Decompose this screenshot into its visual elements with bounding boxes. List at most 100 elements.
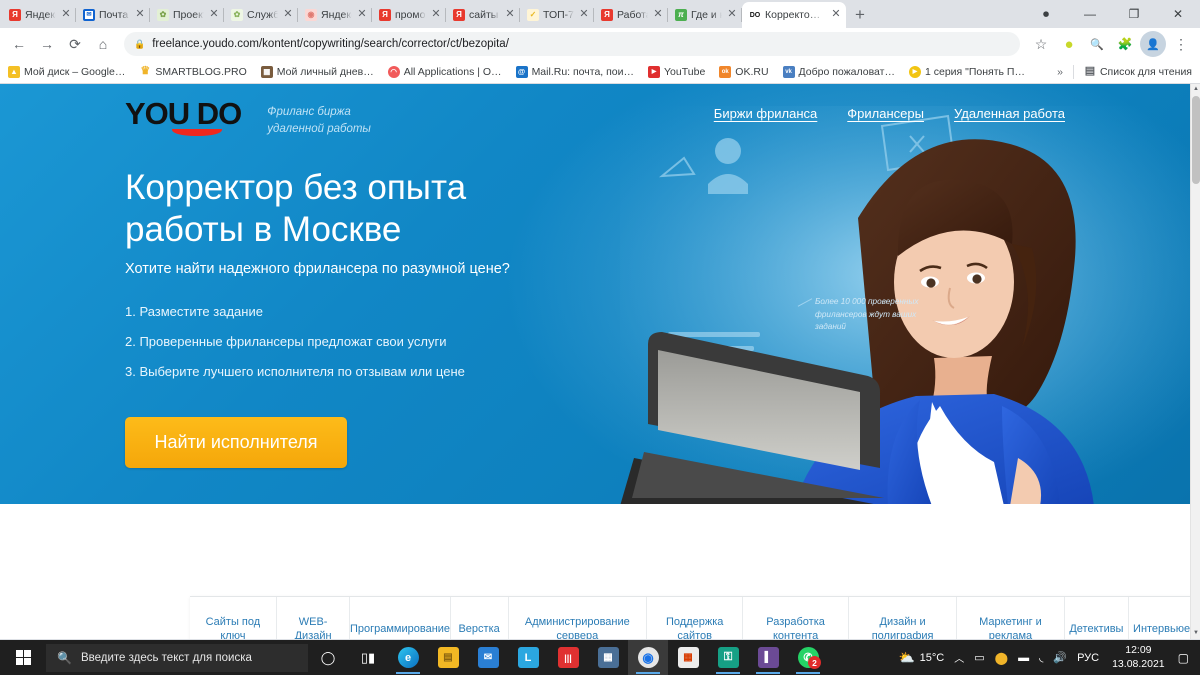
- bookmark-item[interactable]: ▲ Мой диск – Google…: [8, 65, 125, 78]
- maximize-button[interactable]: ❐: [1112, 0, 1156, 28]
- browser-tab[interactable]: Я Работа к… ✕: [594, 2, 668, 28]
- category-item-dizayn-i-poligrafiya[interactable]: Дизайн и полиграфия: [849, 597, 958, 639]
- taskbar-app-edge-icon[interactable]: e: [388, 640, 428, 675]
- bookmark-item[interactable]: ▶ YouTube: [648, 65, 705, 78]
- tab-close-icon[interactable]: ✕: [430, 9, 442, 21]
- browser-tab-active[interactable]: DO Корректо… ✕: [742, 2, 846, 28]
- page-subtitle: Хотите найти надежного фрилансера по раз…: [125, 261, 510, 278]
- bookmark-item[interactable]: ♛ SMARTBLOG.PRO: [139, 65, 247, 78]
- taskbar-app-microsoft-store-icon[interactable]: ▦: [668, 640, 708, 675]
- scrollbar-thumb[interactable]: [1192, 96, 1200, 184]
- bookmark-item[interactable]: ▦ Мой личный днев…: [260, 65, 374, 78]
- divider: [1072, 64, 1074, 79]
- category-item-sayty-pod-klyuch[interactable]: Сайты под ключ: [190, 597, 277, 639]
- bookmark-item[interactable]: ◠ All Applications | O…: [387, 65, 502, 78]
- scroll-down-arrow-icon[interactable]: ▼: [1191, 628, 1200, 639]
- forward-button[interactable]: →: [34, 31, 60, 57]
- taskbar-app-onenote-icon[interactable]: ▌: [748, 640, 788, 675]
- tray-expand-icon[interactable]: ︿: [949, 650, 969, 665]
- taskbar-app-chrome-icon[interactable]: ◉: [628, 640, 668, 675]
- profile-chip-icon[interactable]: ⏺: [1024, 0, 1068, 28]
- weather-cloud-icon: ⛅: [898, 649, 915, 665]
- taskbar-app-calculator-icon[interactable]: ▦: [588, 640, 628, 675]
- tab-title: Проекты: [173, 9, 204, 21]
- browser-tab[interactable]: Я сайты для… ✕: [446, 2, 520, 28]
- category-item-podderzhka-saytov[interactable]: Поддержка сайтов: [647, 597, 744, 639]
- mail-icon: ✉: [477, 647, 499, 668]
- address-bar[interactable]: 🔒 freelance.youdo.com/kontent/copywritin…: [124, 32, 1020, 56]
- bookmark-item[interactable]: ▶ 1 серия "Понять П…: [908, 65, 1025, 78]
- chrome-menu-icon[interactable]: ⋮: [1168, 31, 1194, 57]
- minimize-button[interactable]: —: [1068, 0, 1112, 28]
- wifi-icon[interactable]: ◟: [1034, 651, 1048, 664]
- taskbar-clock[interactable]: 12:09 13.08.2021: [1104, 644, 1173, 670]
- bookmark-item[interactable]: ok OK.RU: [719, 65, 769, 78]
- system-tray: ⛅ 15°C ︿ ▭ ⬤ ▬ ◟ 🔊 РУС 12:09 13.08.2021 …: [893, 644, 1200, 670]
- screen-record-icon[interactable]: ▭: [969, 651, 989, 664]
- browser-tab[interactable]: Я промо-м… ✕: [372, 2, 446, 28]
- download-icon[interactable]: ⬤: [990, 651, 1013, 665]
- taskbar-search-input[interactable]: 🔍 Введите здесь текст для поиска: [46, 643, 308, 672]
- new-tab-button[interactable]: +: [846, 2, 874, 28]
- browser-tab[interactable]: π Где и как… ✕: [668, 2, 742, 28]
- cortana-icon[interactable]: ◯: [308, 640, 348, 675]
- youdo-logo[interactable]: YOU DO: [125, 98, 242, 136]
- back-button[interactable]: ←: [6, 31, 32, 57]
- notification-icon[interactable]: ▢: [1173, 651, 1194, 665]
- close-window-button[interactable]: ✕: [1156, 0, 1200, 28]
- page-scrollbar[interactable]: ▲ ▼: [1190, 84, 1200, 639]
- category-item-web-design[interactable]: WEB-Дизайн: [277, 597, 351, 639]
- find-performer-button[interactable]: Найти исполнителя: [125, 417, 347, 469]
- task-view-icon[interactable]: ▯▮: [348, 640, 388, 675]
- tab-close-icon[interactable]: ✕: [830, 9, 842, 21]
- taskbar-app-whatsapp-icon[interactable]: ✆ 2: [788, 640, 828, 675]
- extensions-puzzle-icon[interactable]: 🧩: [1112, 31, 1138, 57]
- category-item-programmirovanie[interactable]: Программирование: [350, 597, 451, 639]
- scroll-up-arrow-icon[interactable]: ▲: [1191, 84, 1200, 95]
- bookmark-star-icon[interactable]: ☆: [1028, 31, 1054, 57]
- reading-list-button[interactable]: ▤ Список для чтения: [1083, 65, 1192, 78]
- bookmark-item[interactable]: @ Mail.Ru: почта, пои…: [515, 65, 634, 78]
- category-item-detektivy[interactable]: Детективы: [1065, 597, 1130, 639]
- browser-tab[interactable]: ✉ Почта М… ✕: [76, 2, 150, 28]
- windows-start-icon[interactable]: [0, 640, 46, 675]
- category-item-administrirovanie-servera[interactable]: Администрирование сервера: [509, 597, 648, 639]
- category-item-verstka[interactable]: Верстка: [451, 597, 509, 639]
- weather-widget[interactable]: ⛅ 15°C: [893, 650, 949, 666]
- category-item-razrabotka-kontenta[interactable]: Разработка контента: [743, 597, 849, 639]
- tab-close-icon[interactable]: ✕: [652, 9, 664, 21]
- bookmark-item[interactable]: vk Добро пожаловат…: [782, 65, 895, 78]
- tab-close-icon[interactable]: ✕: [208, 9, 220, 21]
- volume-icon[interactable]: 🔊: [1048, 651, 1072, 664]
- taskbar-app-lightshot-icon[interactable]: L: [508, 640, 548, 675]
- browser-tab[interactable]: ◉ Яндекс.Т… ✕: [298, 2, 372, 28]
- bookmarks-overflow-button[interactable]: »: [1057, 66, 1063, 78]
- browser-tab[interactable]: ✓ ТОП-7 се… ✕: [520, 2, 594, 28]
- category-item-marketing-i-reklama[interactable]: Маркетинг и реклама: [957, 597, 1065, 639]
- taskbar-app-file-explorer-icon[interactable]: ▤: [428, 640, 468, 675]
- chrome-icon: ◉: [637, 647, 659, 668]
- tab-close-icon[interactable]: ✕: [282, 9, 294, 21]
- nav-item-frilansery[interactable]: Фрилансеры: [847, 106, 924, 121]
- tab-close-icon[interactable]: ✕: [578, 9, 590, 21]
- taskbar-app-mail-icon[interactable]: ✉: [468, 640, 508, 675]
- home-button[interactable]: ⌂: [90, 31, 116, 57]
- tab-close-icon[interactable]: ✕: [726, 9, 738, 21]
- taskbar-app-red-app-icon[interactable]: |||: [548, 640, 588, 675]
- tab-close-icon[interactable]: ✕: [60, 9, 72, 21]
- nav-item-birzhi-frilansa[interactable]: Биржи фриланса: [714, 106, 818, 121]
- profile-avatar-icon[interactable]: 👤: [1140, 31, 1166, 57]
- tab-close-icon[interactable]: ✕: [134, 9, 146, 21]
- battery-icon[interactable]: ▬: [1013, 652, 1034, 664]
- taskbar-app-keepass-icon[interactable]: ⚿: [708, 640, 748, 675]
- reload-button[interactable]: ⟳: [62, 31, 88, 57]
- tab-close-icon[interactable]: ✕: [504, 9, 516, 21]
- browser-tab[interactable]: ✿ Проекты ✕: [150, 2, 224, 28]
- browser-tab[interactable]: Я Яндекс ✕: [2, 2, 76, 28]
- search-extension-icon[interactable]: 🔍: [1084, 31, 1110, 57]
- extension-green-icon[interactable]: ●: [1056, 31, 1082, 57]
- language-indicator[interactable]: РУС: [1072, 652, 1104, 664]
- tab-close-icon[interactable]: ✕: [356, 9, 368, 21]
- browser-tab[interactable]: ✿ Служба п… ✕: [224, 2, 298, 28]
- nav-item-udalennaya-rabota[interactable]: Удаленная работа: [954, 106, 1065, 121]
